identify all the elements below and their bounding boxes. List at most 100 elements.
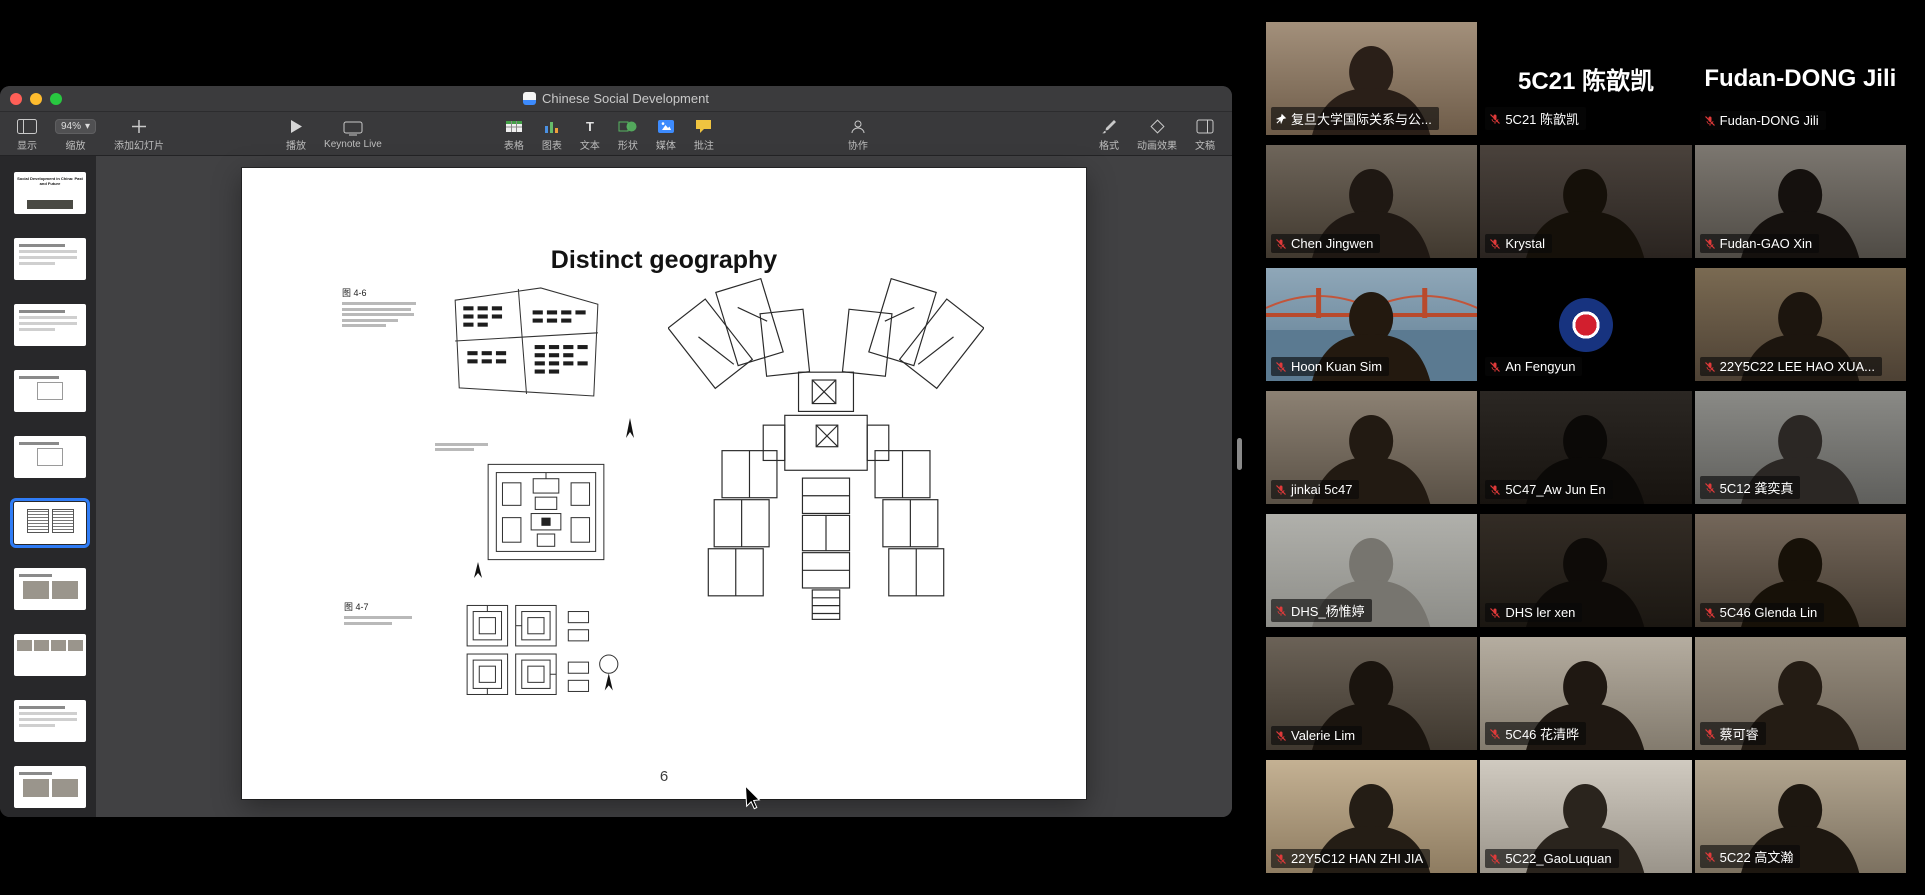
toolbar-label-collaborate: 协作	[848, 137, 868, 152]
chevron-down-icon: ▾	[85, 121, 90, 132]
participant-tile-6[interactable]: Fudan-GAO Xin	[1695, 145, 1906, 258]
participant-name-tag: DHS ler xen	[1485, 603, 1582, 622]
toolbar-button-view[interactable]: 显示	[8, 115, 46, 152]
toolbar-label-keynote-live: Keynote Live	[324, 139, 382, 150]
toolbar-button-animate[interactable]: 动画效果	[1128, 115, 1186, 152]
keynote-window: Chinese Social Development 显示 94%▾ 缩放 添加…	[0, 86, 1232, 817]
minimize-window-button[interactable]	[30, 93, 42, 105]
participant-tile-14[interactable]: DHS ler xen	[1480, 514, 1691, 627]
participant-name: jinkai 5c47	[1291, 482, 1352, 497]
muted-mic-icon	[1275, 605, 1287, 617]
muted-mic-icon	[1489, 238, 1501, 250]
toolbar-button-media[interactable]: 媒体	[647, 115, 685, 152]
slide-thumbnail-9[interactable]	[14, 700, 86, 742]
participant-tile-17[interactable]: 5C46 花清晔	[1480, 637, 1691, 750]
thumbnail-title-text: Social Development in China: Past and Fu…	[17, 177, 83, 187]
slide-thumbnail-5[interactable]	[14, 436, 86, 478]
participant-name-tag: 5C46 花清晔	[1485, 722, 1586, 745]
participant-tile-4[interactable]: Chen Jingwen	[1266, 145, 1477, 258]
muted-mic-icon	[1275, 730, 1287, 742]
muted-mic-icon	[1704, 728, 1716, 740]
participant-tile-3[interactable]: Fudan-DONG Jili Fudan-DONG Jili	[1695, 22, 1906, 135]
participant-name: 22Y5C12 HAN ZHI JIA	[1291, 851, 1423, 866]
toolbar-button-text[interactable]: T 文本	[571, 115, 609, 152]
slide-canvas: Distinct geography 图 4-6	[96, 156, 1232, 817]
participant-name-tag: Fudan-GAO Xin	[1700, 234, 1820, 253]
toolbar-button-document[interactable]: 文稿	[1186, 115, 1224, 152]
toolbar-button-chart[interactable]: 图表	[533, 115, 571, 152]
participant-name-tag: DHS_杨惟婷	[1271, 599, 1372, 622]
participant-tile-8[interactable]: An Fengyun	[1480, 268, 1691, 381]
participant-tile-13[interactable]: DHS_杨惟婷	[1266, 514, 1477, 627]
toolbar-label-play: 播放	[286, 137, 306, 152]
toolbar-button-format[interactable]: 格式	[1090, 115, 1128, 152]
slide-navigator[interactable]: Social Development in China: Past and Fu…	[0, 156, 96, 817]
toolbar-button-comment[interactable]: 批注	[685, 115, 723, 152]
participant-tile-15[interactable]: 5C46 Glenda Lin	[1695, 514, 1906, 627]
participant-name-tag: 5C21 陈歆凯	[1485, 107, 1586, 130]
toolbar-button-table[interactable]: 表格	[495, 115, 533, 152]
participant-tile-11[interactable]: 5C47_Aw Jun En	[1480, 391, 1691, 504]
slide-title: Distinct geography	[242, 246, 1086, 275]
toolbar-label-text: 文本	[580, 137, 600, 152]
muted-mic-icon	[1704, 238, 1716, 250]
slide-thumbnail-1[interactable]: Social Development in China: Past and Fu…	[14, 172, 86, 214]
participant-name-tag: Hoon Kuan Sim	[1271, 357, 1389, 376]
current-slide: Distinct geography 图 4-6	[242, 168, 1086, 799]
slide-thumbnail-3[interactable]	[14, 304, 86, 346]
toolbar-button-collaborate[interactable]: 协作	[839, 115, 877, 152]
slide-thumbnail-4[interactable]	[14, 370, 86, 412]
participant-name-tag: Valerie Lim	[1271, 726, 1362, 745]
participant-tile-21[interactable]: 5C22 高文瀚	[1695, 760, 1906, 873]
slide-thumbnail-8[interactable]	[14, 634, 86, 676]
participant-tile-9[interactable]: 22Y5C22 LEE HAO XUA...	[1695, 268, 1906, 381]
muted-mic-icon	[1489, 484, 1501, 496]
participant-tile-20[interactable]: 5C22_GaoLuquan	[1480, 760, 1691, 873]
participant-name: 5C12 龚奕真	[1720, 478, 1794, 497]
participant-tile-19[interactable]: 22Y5C12 HAN ZHI JIA	[1266, 760, 1477, 873]
zoom-value: 94%	[61, 121, 81, 132]
keynote-toolbar: 显示 94%▾ 缩放 添加幻灯片 播放 Keynote Live	[0, 112, 1232, 156]
toolbar-button-play[interactable]: 播放	[277, 115, 315, 152]
slide-thumbnail-6[interactable]	[14, 502, 86, 544]
slide-thumbnail-10[interactable]	[14, 766, 86, 808]
figure-1-caption: 图 4-6	[342, 286, 422, 299]
participant-tile-12[interactable]: 5C12 龚奕真	[1695, 391, 1906, 504]
toolbar-button-zoom[interactable]: 94%▾ 缩放	[46, 115, 105, 152]
toolbar-button-shape[interactable]: 形状	[609, 115, 647, 152]
participant-name: Hoon Kuan Sim	[1291, 359, 1382, 374]
participant-tile-2[interactable]: 5C21 陈歆凯 5C21 陈歆凯	[1480, 22, 1691, 135]
participant-tile-7[interactable]: Hoon Kuan Sim	[1266, 268, 1477, 381]
participant-name-tag: An Fengyun	[1485, 357, 1582, 376]
window-resize-handle[interactable]	[1237, 438, 1242, 470]
participant-tile-10[interactable]: jinkai 5c47	[1266, 391, 1477, 504]
participant-name-tag: Fudan-DONG Jili	[1700, 111, 1826, 130]
participant-name-tag: 5C12 龚奕真	[1700, 476, 1801, 499]
toolbar-label-comment: 批注	[694, 137, 714, 152]
participant-tile-16[interactable]: Valerie Lim	[1266, 637, 1477, 750]
participant-tile-5[interactable]: Krystal	[1480, 145, 1691, 258]
window-titlebar[interactable]: Chinese Social Development	[0, 86, 1232, 112]
zoom-dropdown[interactable]: 94% ▾	[55, 117, 96, 134]
pin-icon	[1275, 113, 1287, 125]
close-window-button[interactable]	[10, 93, 22, 105]
view-icon	[17, 117, 37, 134]
toolbar-button-add-slide[interactable]: 添加幻灯片	[105, 115, 173, 152]
muted-mic-icon	[1489, 607, 1501, 619]
slide-thumbnail-2[interactable]	[14, 238, 86, 280]
document-icon	[1196, 117, 1214, 134]
participant-name-tag: Chen Jingwen	[1271, 234, 1380, 253]
participant-name: 复旦大学国际关系与公...	[1291, 109, 1432, 128]
participant-name: 蔡可睿	[1720, 724, 1759, 743]
participant-tile-18[interactable]: 蔡可睿	[1695, 637, 1906, 750]
toolbar-label-format: 格式	[1099, 137, 1119, 152]
muted-mic-icon	[1704, 361, 1716, 373]
toolbar-button-keynote-live[interactable]: Keynote Live	[315, 117, 391, 150]
muted-mic-icon	[1275, 361, 1287, 373]
participant-tile-1[interactable]: 复旦大学国际关系与公...	[1266, 22, 1477, 135]
participant-name-tag: 22Y5C22 LEE HAO XUA...	[1700, 357, 1882, 376]
zoom-window-button[interactable]	[50, 93, 62, 105]
toolbar-label-media: 媒体	[656, 137, 676, 152]
slide-thumbnail-7[interactable]	[14, 568, 86, 610]
window-controls	[10, 93, 62, 105]
